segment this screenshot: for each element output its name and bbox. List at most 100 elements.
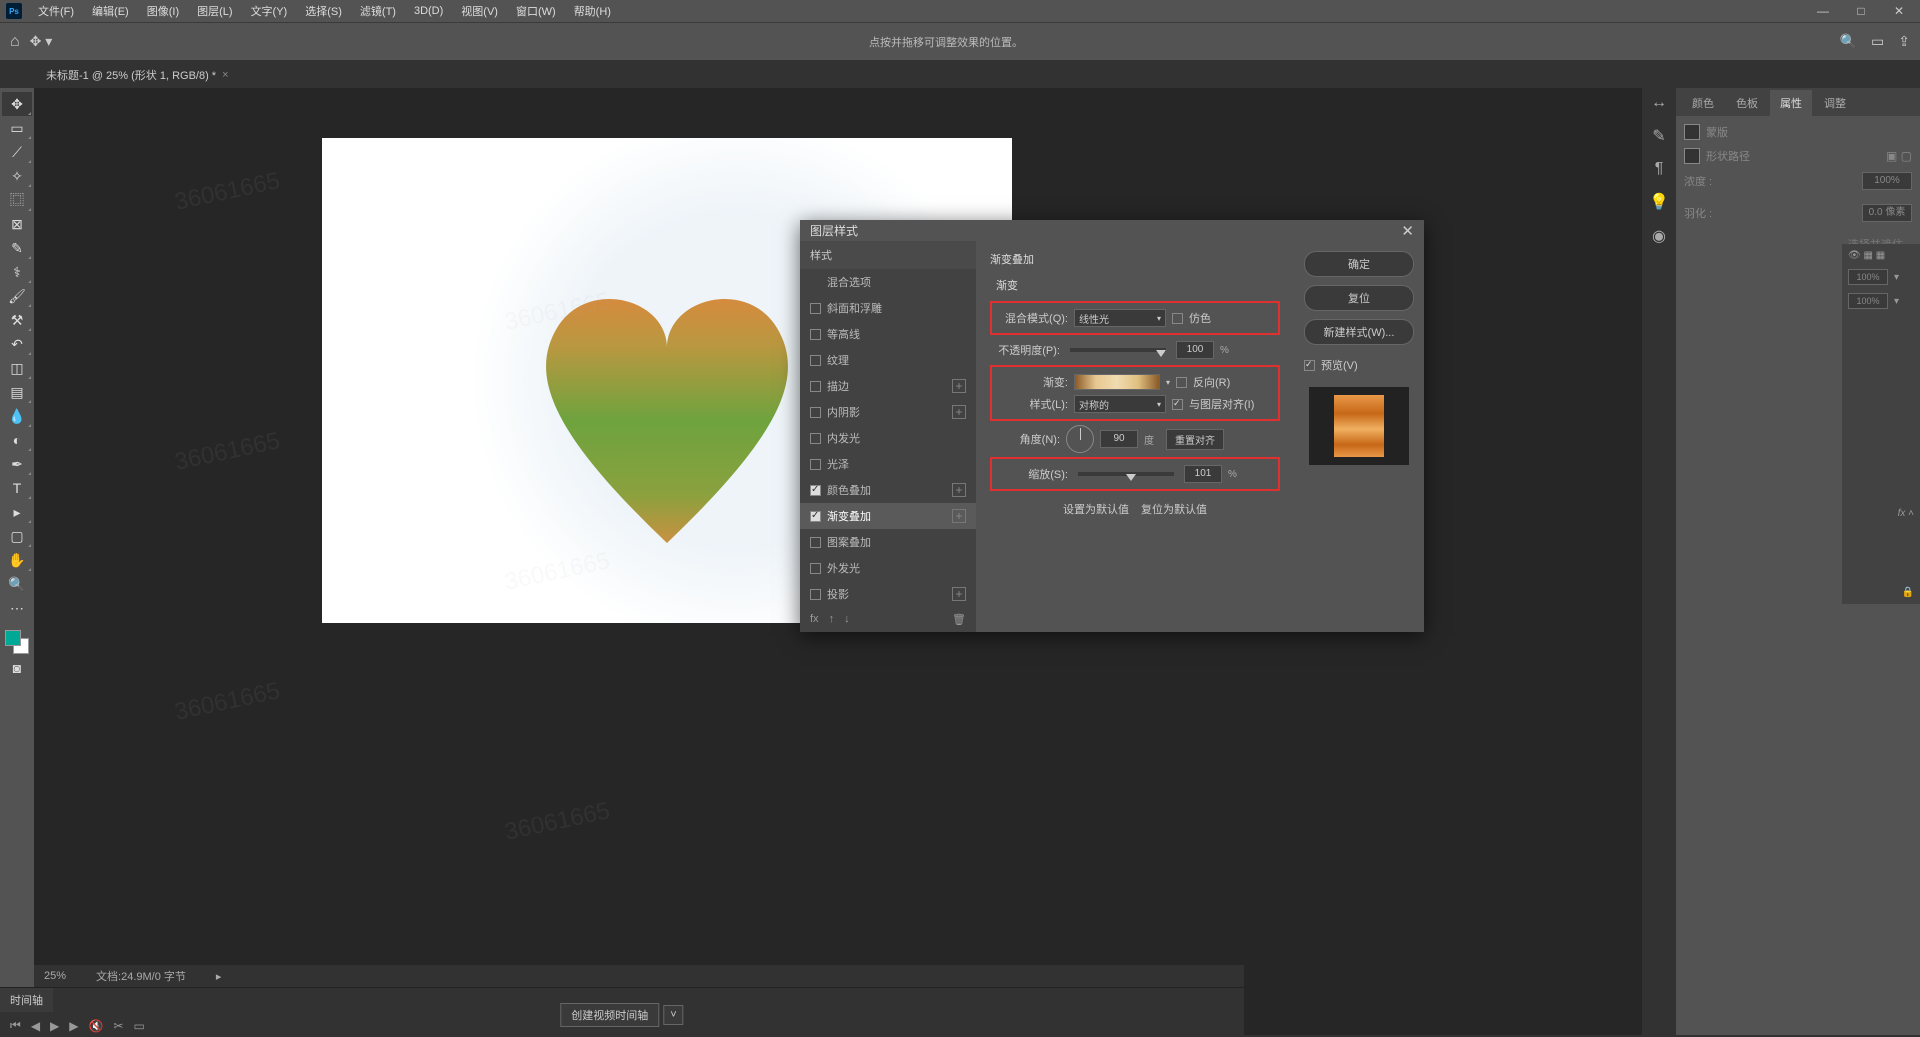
gradient-tool[interactable]: ▤	[2, 380, 32, 404]
frame-tool[interactable]: ⊠	[2, 212, 32, 236]
layer-opacity-val[interactable]: 100%	[1848, 269, 1888, 285]
add-gradient-overlay-icon[interactable]: +	[952, 509, 966, 523]
brush-panel-icon[interactable]: ✎	[1652, 126, 1665, 146]
marquee-tool[interactable]: ▭	[2, 116, 32, 140]
style-drop-shadow[interactable]: 投影+	[800, 581, 976, 607]
reverse-check[interactable]	[1176, 377, 1187, 388]
new-style-button[interactable]: 新建样式(W)...	[1304, 319, 1414, 345]
preview-check[interactable]	[1304, 360, 1315, 371]
style-satin[interactable]: 光泽	[800, 451, 976, 477]
mask-mode-icons[interactable]: ▣ ▢	[1886, 149, 1912, 163]
tl-transition-icon[interactable]: ▭	[134, 1019, 145, 1033]
dialog-titlebar[interactable]: 图层样式 ✕	[800, 220, 1424, 241]
fx-icon[interactable]: fx	[810, 613, 819, 626]
zoom-value[interactable]: 25%	[44, 970, 66, 982]
layer-fill-val[interactable]: 100%	[1848, 293, 1888, 309]
minimize-icon[interactable]: —	[1808, 4, 1838, 18]
share-icon[interactable]: ⇪	[1898, 33, 1910, 50]
menu-select[interactable]: 选择(S)	[297, 1, 350, 21]
style-dropdown[interactable]: 对称的▾	[1074, 395, 1166, 413]
menu-layer[interactable]: 图层(L)	[189, 1, 240, 21]
menu-edit[interactable]: 编辑(E)	[84, 1, 137, 21]
trash-icon[interactable]: 🗑	[952, 613, 966, 626]
foreground-color[interactable]	[5, 630, 21, 646]
density-value[interactable]: 100%	[1862, 172, 1912, 190]
tl-prev-icon[interactable]: ◀	[31, 1019, 40, 1033]
learn-icon[interactable]: 💡	[1649, 192, 1669, 212]
align-check[interactable]	[1172, 399, 1183, 410]
dialog-close-icon[interactable]: ✕	[1401, 222, 1414, 240]
ok-button[interactable]: 确定	[1304, 251, 1414, 277]
menu-image[interactable]: 图像(I)	[139, 1, 187, 21]
add-drop-shadow-icon[interactable]: +	[952, 587, 966, 601]
menu-filter[interactable]: 滤镜(T)	[352, 1, 404, 21]
tl-next-icon[interactable]: ▶	[69, 1019, 78, 1033]
menu-view[interactable]: 视图(V)	[453, 1, 506, 21]
opacity-input[interactable]: 100	[1176, 341, 1214, 359]
close-icon[interactable]: ✕	[1884, 4, 1914, 18]
arrow-down-icon[interactable]: ↓	[844, 613, 850, 626]
timeline-tab[interactable]: 时间轴	[0, 988, 53, 1012]
eraser-tool[interactable]: ◫	[2, 356, 32, 380]
dodge-tool[interactable]: ◐	[2, 428, 32, 452]
layer-fx-indicator[interactable]: fx ˄	[1848, 508, 1914, 519]
type-tool[interactable]: T	[2, 476, 32, 500]
brush-tool[interactable]: 🖌	[2, 284, 32, 308]
maximize-icon[interactable]: □	[1846, 4, 1876, 18]
tab-color[interactable]: 颜色	[1682, 90, 1724, 116]
home-icon[interactable]: ⌂	[10, 33, 20, 51]
healing-tool[interactable]: ⚕	[2, 260, 32, 284]
search-icon[interactable]: 🔍	[1840, 33, 1857, 50]
reset-align-button[interactable]: 重置对齐	[1166, 429, 1224, 450]
add-inner-shadow-icon[interactable]: +	[952, 405, 966, 419]
blur-tool[interactable]: 💧	[2, 404, 32, 428]
zoom-tool[interactable]: 🔍	[2, 572, 32, 596]
style-contour[interactable]: 等高线	[800, 321, 976, 347]
style-inner-glow[interactable]: 内发光	[800, 425, 976, 451]
move-icon[interactable]: ✥ ▾	[30, 33, 53, 50]
style-pattern-overlay[interactable]: 图案叠加	[800, 529, 976, 555]
create-timeline-button[interactable]: 创建视频时间轴	[560, 1003, 659, 1027]
shape-tool[interactable]: ▢	[2, 524, 32, 548]
history-icon[interactable]: ↔	[1651, 94, 1667, 112]
layout-icon[interactable]: ▭	[1871, 33, 1884, 50]
opacity-slider[interactable]	[1070, 348, 1166, 352]
lasso-tool[interactable]: ⟋	[2, 140, 32, 164]
dither-check[interactable]	[1172, 313, 1183, 324]
tl-split-icon[interactable]: ✂	[113, 1019, 123, 1033]
document-tab[interactable]: 未标题-1 @ 25% (形状 1, RGB/8) * ×	[34, 62, 241, 88]
hand-tool[interactable]: ✋	[2, 548, 32, 572]
path-select-tool[interactable]: ▸	[2, 500, 32, 524]
shape-path-icon[interactable]	[1684, 148, 1700, 164]
feather-value[interactable]: 0.0 像素	[1862, 204, 1912, 222]
angle-input[interactable]: 90	[1100, 430, 1138, 448]
move-tool[interactable]: ✥	[2, 92, 32, 116]
tab-close-icon[interactable]: ×	[222, 69, 228, 81]
char-panel-icon[interactable]: ¶	[1655, 160, 1664, 178]
style-color-overlay[interactable]: 颜色叠加+	[800, 477, 976, 503]
create-timeline-dropdown[interactable]: ˅	[663, 1005, 683, 1025]
tl-audio-icon[interactable]: 🔇	[89, 1019, 104, 1033]
menu-3d[interactable]: 3D(D)	[406, 3, 451, 19]
stamp-tool[interactable]: ⚒	[2, 308, 32, 332]
menu-type[interactable]: 文字(Y)	[243, 1, 296, 21]
style-texture[interactable]: 纹理	[800, 347, 976, 373]
tab-swatches[interactable]: 色板	[1726, 90, 1768, 116]
blend-dropdown[interactable]: 线性光▾	[1074, 309, 1166, 327]
tl-play-icon[interactable]: ▶	[50, 1019, 59, 1033]
pen-tool[interactable]: ✒	[2, 452, 32, 476]
menu-window[interactable]: 窗口(W)	[508, 1, 564, 21]
set-default-button[interactable]: 设置为默认值	[1063, 501, 1129, 517]
history-brush-tool[interactable]: ↶	[2, 332, 32, 356]
quick-mask[interactable]: ◙	[2, 656, 32, 680]
status-arrow-icon[interactable]: ▸	[216, 970, 222, 983]
libraries-icon[interactable]: ◉	[1652, 226, 1666, 246]
style-gradient-overlay[interactable]: 渐变叠加+	[800, 503, 976, 529]
eyedropper-tool[interactable]: ✎	[2, 236, 32, 260]
crop-tool[interactable]: ⿴	[2, 188, 32, 212]
style-bevel[interactable]: 斜面和浮雕	[800, 295, 976, 321]
scale-slider[interactable]	[1078, 472, 1174, 476]
add-color-overlay-icon[interactable]: +	[952, 483, 966, 497]
tab-properties[interactable]: 属性	[1770, 90, 1812, 116]
tl-first-icon[interactable]: ⏮	[10, 1018, 21, 1033]
